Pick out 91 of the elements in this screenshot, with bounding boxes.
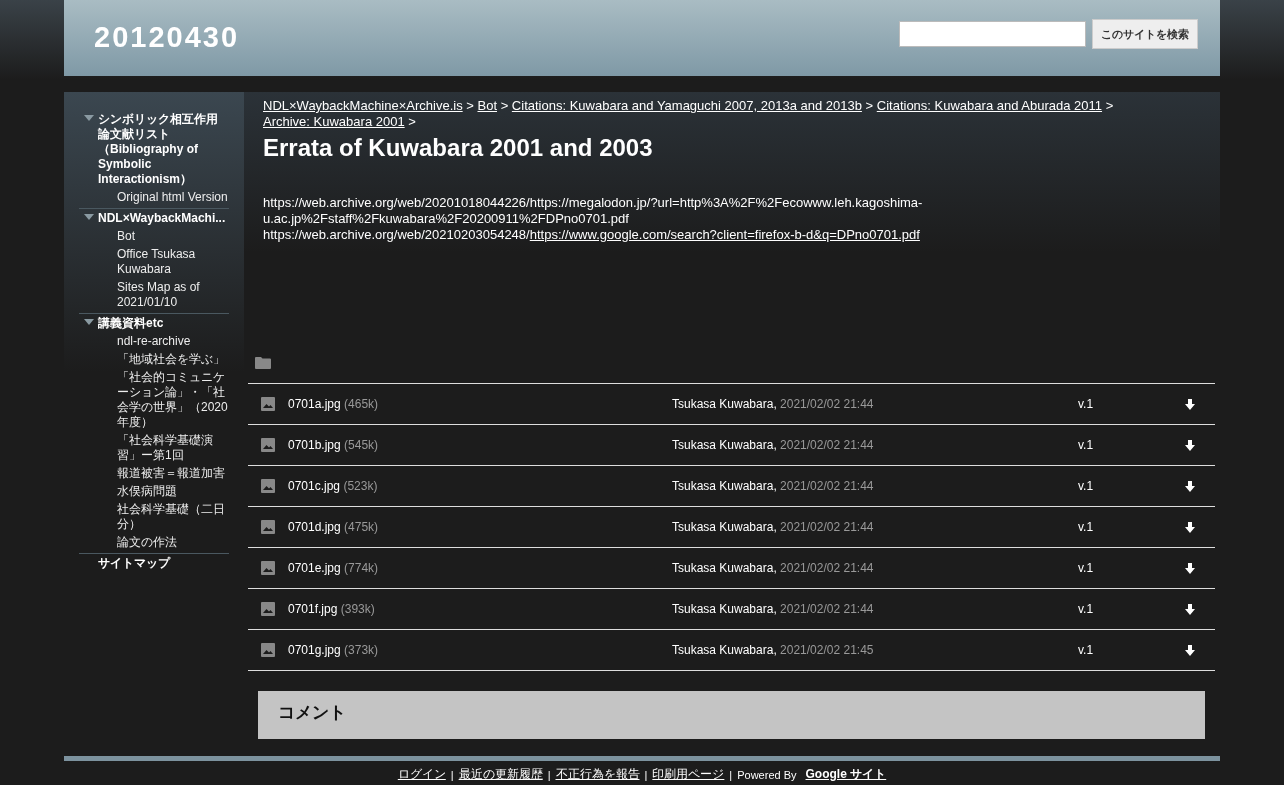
- url-link[interactable]: https://www.google.com/search?client=firefox-b-d&q=DPno0701.pdf: [529, 227, 920, 242]
- footer-link[interactable]: 不正行為を報告: [555, 766, 640, 783]
- image-icon: [261, 479, 275, 493]
- sidebar-subitem[interactable]: Office Tsukasa Kuwabara: [79, 246, 229, 279]
- author-name: Tsukasa Kuwabara,: [672, 602, 777, 616]
- sidebar-subitem[interactable]: Original html Version: [79, 189, 229, 207]
- breadcrumb-link[interactable]: Bot: [477, 98, 497, 113]
- file-date: 2021/02/02 21:44: [780, 438, 874, 452]
- version-link[interactable]: v.1: [1078, 397, 1094, 411]
- page-title: Errata of Kuwabara 2001 and 2003: [263, 134, 654, 162]
- file-name-link[interactable]: 0701g.jpg: [288, 643, 341, 657]
- file-name-link[interactable]: 0701f.jpg: [288, 602, 338, 616]
- url-text: https://web.archive.org/web/20210203054248/https://www.google.com/search?client=firefox-b-d&q=DPno0701.pdf: [262, 227, 921, 243]
- breadcrumb-link[interactable]: Citations: Kuwabara and Aburada 2011: [876, 98, 1103, 113]
- breadcrumb-link[interactable]: Archive: Kuwabara 2001: [263, 114, 405, 129]
- footer-separator: |: [547, 768, 551, 781]
- image-icon: [261, 643, 275, 657]
- file-date: 2021/02/02 21:44: [780, 397, 874, 411]
- sidebar-subitem[interactable]: 報道被害＝報道加害: [79, 465, 229, 483]
- download-icon[interactable]: [1185, 480, 1195, 492]
- author-name: Tsukasa Kuwabara,: [672, 438, 777, 452]
- file-size: (393k): [340, 602, 375, 616]
- sidebar-item[interactable]: 講義資料etc: [98, 314, 164, 333]
- sidebar-subitem[interactable]: 「社会的コミュニケーション論」・「社会学の世界」（2020年度）: [79, 369, 229, 432]
- footer-separator: |: [644, 768, 648, 781]
- sidebar-subitem[interactable]: 水俣病問題: [79, 483, 229, 501]
- file-date: 2021/02/02 21:45: [780, 643, 874, 657]
- sidebar-subitem[interactable]: 論文の作法: [79, 534, 229, 552]
- triangle-down-icon[interactable]: [84, 319, 94, 325]
- sidebar-subitem[interactable]: 社会科学基礎（二日分）: [79, 501, 229, 534]
- download-icon[interactable]: [1185, 439, 1195, 451]
- version-link[interactable]: v.1: [1078, 438, 1094, 452]
- download-icon[interactable]: [1185, 603, 1195, 615]
- version-link[interactable]: v.1: [1078, 520, 1094, 534]
- author-name: Tsukasa Kuwabara,: [672, 561, 777, 575]
- file-size: (523k): [343, 479, 378, 493]
- triangle-down-icon[interactable]: [84, 214, 94, 220]
- file-name-link[interactable]: 0701c.jpg: [288, 479, 341, 493]
- file-date: 2021/02/02 21:44: [780, 479, 874, 493]
- file-name-link[interactable]: 0701a.jpg: [288, 397, 341, 411]
- footer-separator: |: [729, 768, 733, 781]
- file-size: (373k): [344, 643, 379, 657]
- image-icon: [261, 520, 275, 534]
- download-icon[interactable]: [1185, 398, 1195, 410]
- sidebar-subitem[interactable]: ndl-re-archive: [79, 333, 229, 351]
- footer-separator: |: [450, 768, 454, 781]
- file-date: 2021/02/02 21:44: [780, 520, 874, 534]
- author-name: Tsukasa Kuwabara,: [672, 643, 777, 657]
- image-icon: [261, 397, 275, 411]
- sidebar-subitem[interactable]: Bot: [79, 228, 229, 246]
- sidebar-item[interactable]: サイトマップ: [98, 554, 170, 573]
- file-name-link[interactable]: 0701d.jpg: [288, 520, 341, 534]
- author-name: Tsukasa Kuwabara,: [672, 479, 777, 493]
- image-icon: [261, 438, 275, 452]
- version-link[interactable]: v.1: [1078, 643, 1094, 657]
- author-name: Tsukasa Kuwabara,: [672, 397, 777, 411]
- breadcrumb-link[interactable]: NDL×WaybackMachine×Archive.is: [263, 98, 463, 113]
- powered-by-text: Powered By: [737, 768, 797, 781]
- file-name-link[interactable]: 0701b.jpg: [288, 438, 341, 452]
- breadcrumb-link[interactable]: Citations: Kuwabara and Yamaguchi 2007, 2013a and 2013b: [511, 98, 862, 113]
- download-icon[interactable]: [1185, 562, 1195, 574]
- file-size: (545k): [344, 438, 379, 452]
- version-link[interactable]: v.1: [1078, 479, 1094, 493]
- sidebar-subitem[interactable]: 「社会科学基礎演習」ー第1回: [79, 432, 229, 465]
- sidebar-item[interactable]: シンボリック相互作用論文献リスト（Bibliography of Symbolic Interactionism）: [98, 110, 229, 189]
- file-size: (475k): [344, 520, 379, 534]
- version-link[interactable]: v.1: [1078, 602, 1094, 616]
- footer-link[interactable]: 最近の更新履歴: [458, 766, 543, 783]
- sidebar-item[interactable]: NDL×WaybackMachi...: [98, 209, 226, 228]
- file-size: (465k): [344, 397, 379, 411]
- download-icon[interactable]: [1185, 521, 1195, 533]
- image-icon: [261, 561, 275, 575]
- triangle-down-icon[interactable]: [84, 115, 94, 121]
- download-icon[interactable]: [1185, 644, 1195, 656]
- folder-icon: [255, 357, 271, 369]
- search-button[interactable]: このサイトを検索: [1092, 19, 1198, 49]
- file-date: 2021/02/02 21:44: [780, 561, 874, 575]
- file-name-link[interactable]: 0701e.jpg: [288, 561, 341, 575]
- brand-link[interactable]: Google サイト: [805, 766, 887, 783]
- image-icon: [261, 602, 275, 616]
- version-link[interactable]: v.1: [1078, 561, 1094, 575]
- file-size: (774k): [344, 561, 379, 575]
- sidebar-subitem[interactable]: Sites Map as of 2021/01/10: [79, 279, 229, 312]
- footer-link[interactable]: 印刷用ページ: [652, 766, 725, 783]
- search-field[interactable]: [899, 21, 1086, 47]
- sidebar-subitem[interactable]: 「地域社会を学ぶ」: [79, 351, 229, 369]
- author-name: Tsukasa Kuwabara,: [672, 520, 777, 534]
- file-date: 2021/02/02 21:44: [780, 602, 874, 616]
- comments-title: コメント: [278, 702, 347, 724]
- footer-link[interactable]: ログイン: [397, 766, 446, 783]
- breadcrumb-trail: NDL×WaybackMachine×Archive.is > Bot > Citations: Kuwabara and Yamaguchi 2007, 2013a and 2013b > Citations: Kuwabara and Aburada 2011 > Archive: Kuwabara 2001 >: [262, 98, 1115, 130]
